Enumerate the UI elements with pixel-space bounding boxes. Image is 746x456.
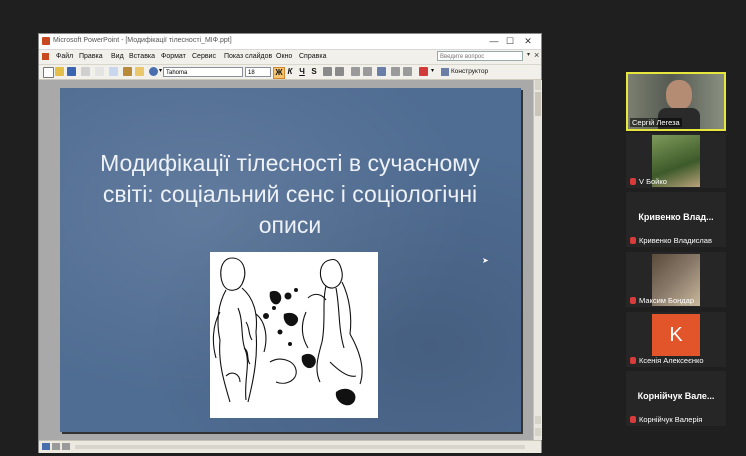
increase-indent-icon[interactable] xyxy=(403,67,412,76)
vertical-scrollbar[interactable] xyxy=(533,80,542,440)
slide-illustration-tattooed-figures[interactable] xyxy=(210,252,378,418)
participant-name: V Бойко xyxy=(630,177,667,186)
title-bar: Microsoft PowerPoint - [Модифікації тіле… xyxy=(39,34,541,50)
paste-icon[interactable] xyxy=(123,67,132,76)
document-icon xyxy=(42,53,49,60)
designer-icon xyxy=(441,68,449,76)
slideshow-view-icon[interactable] xyxy=(62,443,70,450)
mouse-cursor-icon: ➤ xyxy=(482,256,489,265)
scroll-up-arrow[interactable] xyxy=(535,80,541,90)
font-color-icon[interactable] xyxy=(419,67,428,76)
participant-name: Максим Бондар xyxy=(630,296,694,305)
participant-tile[interactable]: Кривенко Влад... Кривенко Владислав xyxy=(626,192,726,247)
powerpoint-app-icon xyxy=(42,37,50,45)
window-title: Microsoft PowerPoint - [Модифікації тіле… xyxy=(53,37,232,44)
font-name-combo[interactable]: Tahoma xyxy=(163,67,243,77)
permission-icon[interactable] xyxy=(81,67,90,76)
menu-view[interactable]: Вид xyxy=(111,53,124,60)
menu-format[interactable]: Формат xyxy=(161,53,186,60)
maximize-button[interactable]: ☐ xyxy=(503,35,517,47)
participant-avatar: K xyxy=(652,314,700,356)
normal-view-icon[interactable] xyxy=(42,443,50,450)
view-bar xyxy=(39,440,541,453)
menu-insert[interactable]: Вставка xyxy=(129,53,155,60)
increase-font-icon[interactable] xyxy=(377,67,386,76)
participant-display-name: Кривенко Влад... xyxy=(638,212,714,222)
menu-file[interactable]: Файл xyxy=(56,53,73,60)
spelling-icon[interactable] xyxy=(109,67,118,76)
undo-dropdown-icon[interactable]: ▾ xyxy=(159,67,162,74)
font-size-combo[interactable]: 18 xyxy=(245,67,271,77)
participant-name: Ксенія Алексеєнко xyxy=(630,356,704,365)
align-left-icon[interactable] xyxy=(323,67,332,76)
help-dropdown-icon[interactable]: ▾ xyxy=(527,51,530,58)
slide-title[interactable]: Модифікації тілесності в сучасному світі… xyxy=(100,148,480,241)
participant-name: Кривенко Владислав xyxy=(630,236,712,245)
muted-mic-icon xyxy=(630,178,636,185)
muted-mic-icon xyxy=(630,297,636,304)
designer-button[interactable]: Конструктор xyxy=(451,68,488,75)
undo-icon[interactable] xyxy=(149,67,158,76)
toolbar: ▾ Tahoma 18 Ж К Ч S ▾ Конструктор xyxy=(39,65,541,80)
scroll-thumb[interactable] xyxy=(535,92,541,116)
minimize-button[interactable]: — xyxy=(487,35,501,47)
slide-editing-area: Модифікації тілесності в сучасному світі… xyxy=(39,80,541,440)
bullets-icon[interactable] xyxy=(363,67,372,76)
menu-bar: Файл Правка Вид Вставка Формат Сервис По… xyxy=(39,50,541,65)
bold-button[interactable]: Ж xyxy=(273,67,285,79)
powerpoint-window: Microsoft PowerPoint - [Модифікації тіле… xyxy=(38,33,542,453)
close-button[interactable]: ✕ xyxy=(521,35,535,47)
participant-name: Корнійчук Валерія xyxy=(630,415,702,424)
help-search-input[interactable]: Введите вопрос xyxy=(437,51,523,61)
previous-slide-icon[interactable] xyxy=(535,416,541,424)
participant-face xyxy=(666,80,692,110)
muted-mic-icon xyxy=(630,357,636,364)
format-painter-icon[interactable] xyxy=(135,67,144,76)
shadow-button[interactable]: S xyxy=(309,67,319,77)
muted-mic-icon xyxy=(630,237,636,244)
participant-tile[interactable]: Максим Бондар xyxy=(626,252,726,307)
align-center-icon[interactable] xyxy=(335,67,344,76)
menu-window[interactable]: Окно xyxy=(276,53,292,60)
menu-slideshow[interactable]: Показ слайдов xyxy=(224,53,272,60)
menu-service[interactable]: Сервис xyxy=(192,53,216,60)
save-icon[interactable] xyxy=(67,67,76,76)
participant-tile-active[interactable]: Сергій Легеза xyxy=(626,72,726,131)
menu-edit[interactable]: Правка xyxy=(79,53,103,60)
slide[interactable]: Модифікації тілесності в сучасному світі… xyxy=(60,88,521,432)
decrease-indent-icon[interactable] xyxy=(391,67,400,76)
horizontal-scrollbar[interactable] xyxy=(75,445,525,449)
italic-button[interactable]: К xyxy=(285,67,295,77)
participant-tile[interactable]: K Ксенія Алексеєнко xyxy=(626,312,726,367)
muted-mic-icon xyxy=(630,416,636,423)
close-document-button[interactable]: × xyxy=(534,50,539,60)
participant-tile[interactable]: Корнійчук Вале... Корнійчук Валерія xyxy=(626,371,726,426)
new-icon[interactable] xyxy=(43,67,54,78)
next-slide-icon[interactable] xyxy=(535,428,541,436)
menu-help[interactable]: Справка xyxy=(299,53,326,60)
numbering-icon[interactable] xyxy=(351,67,360,76)
open-icon[interactable] xyxy=(55,67,64,76)
print-icon[interactable] xyxy=(95,67,104,76)
font-color-dropdown-icon[interactable]: ▾ xyxy=(431,67,434,74)
underline-button[interactable]: Ч xyxy=(297,67,307,77)
tattoo-line-drawing xyxy=(212,257,363,406)
slide-sorter-view-icon[interactable] xyxy=(52,443,60,450)
participant-display-name: Корнійчук Вале... xyxy=(637,391,715,401)
participant-tile[interactable]: V Бойко xyxy=(626,133,726,188)
participant-name: Сергій Легеза xyxy=(630,118,682,127)
